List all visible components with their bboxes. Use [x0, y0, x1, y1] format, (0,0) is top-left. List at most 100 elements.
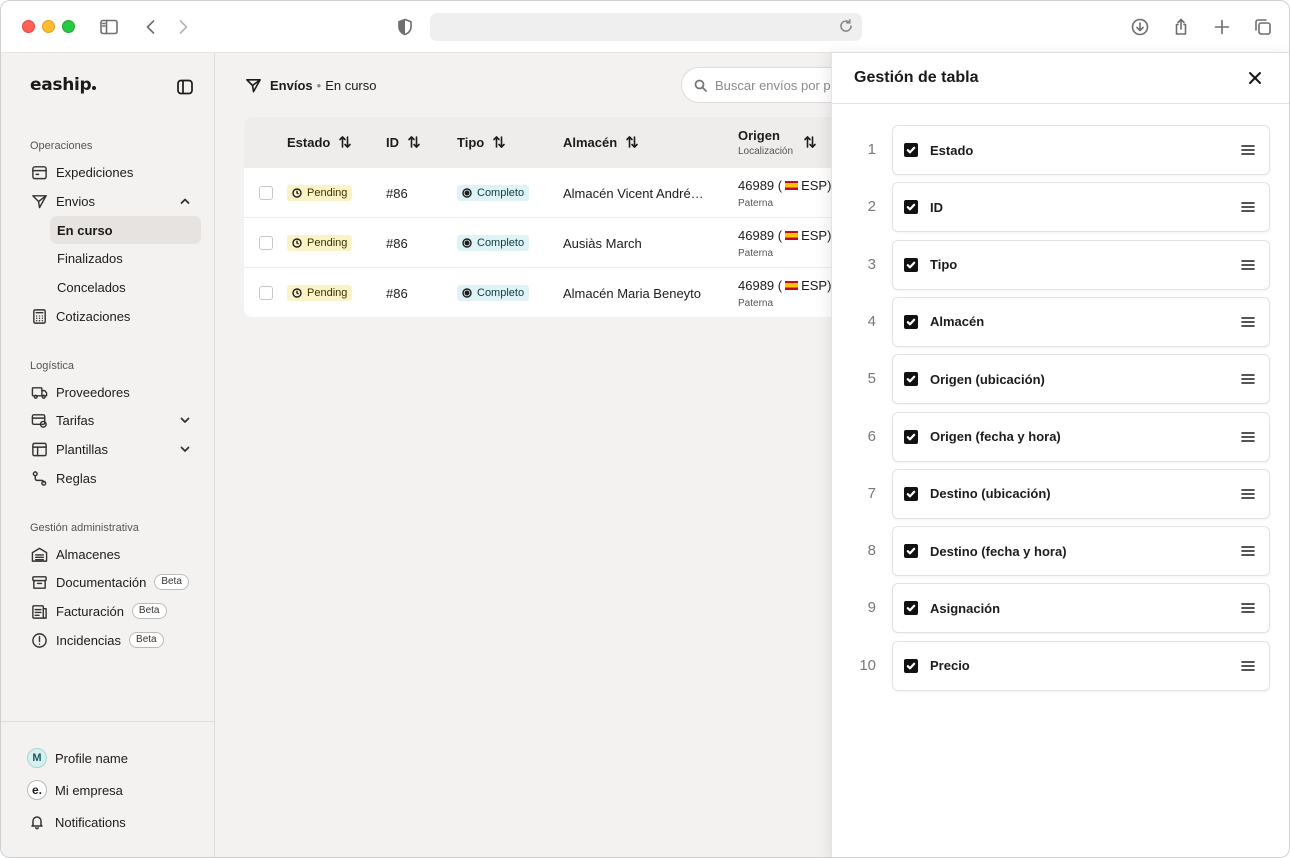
drag-handle-icon[interactable]: [1241, 431, 1255, 443]
sort-icon[interactable]: [492, 135, 506, 149]
sidebar-toggle-icon[interactable]: [97, 15, 121, 39]
clock-icon: [292, 288, 302, 298]
column-card[interactable]: Origen (fecha y hora): [892, 411, 1270, 462]
sidebar-item-documentacion[interactable]: Documentación Beta: [25, 568, 201, 596]
logo[interactable]: eaship: [30, 75, 97, 95]
table-row[interactable]: Pending #86 Completo Ausiàs March 46989 …: [244, 217, 864, 267]
sidebar-item-reglas[interactable]: Reglas: [25, 464, 201, 492]
column-card[interactable]: ID: [892, 182, 1270, 233]
sort-icon[interactable]: [338, 135, 352, 149]
company-menu[interactable]: e. Mi empresa: [25, 776, 201, 804]
sort-icon[interactable]: [625, 135, 639, 149]
back-icon[interactable]: [139, 15, 163, 39]
row-checkbox[interactable]: [259, 186, 273, 200]
download-icon[interactable]: [1128, 15, 1152, 39]
tab-overview-icon[interactable]: [1251, 15, 1275, 39]
column-header-origen[interactable]: Origen Localización: [738, 117, 817, 167]
column-setting-row[interactable]: 3 Tipo: [852, 239, 1272, 290]
profile-menu[interactable]: M Profile name: [25, 744, 201, 772]
column-setting-row[interactable]: 6 Origen (fecha y hora): [852, 411, 1272, 462]
column-card[interactable]: Almacén: [892, 296, 1270, 347]
chevron-up-icon[interactable]: [179, 195, 191, 207]
alert-icon: [30, 631, 48, 649]
collapse-sidebar-icon[interactable]: [176, 78, 194, 96]
drag-handle-icon[interactable]: [1241, 373, 1255, 385]
table-row[interactable]: Pending #86 Completo Almacén Maria Beney…: [244, 267, 864, 317]
column-card[interactable]: Tipo: [892, 239, 1270, 290]
close-icon[interactable]: [1247, 70, 1263, 86]
sort-icon[interactable]: [803, 135, 817, 149]
column-checkbox[interactable]: [904, 486, 918, 501]
column-header-id[interactable]: ID: [386, 117, 421, 167]
column-checkbox[interactable]: [904, 143, 918, 157]
chevron-down-icon[interactable]: [179, 414, 191, 426]
sidebar-item-concelados[interactable]: Concelados: [50, 273, 201, 301]
drag-handle-icon[interactable]: [1241, 602, 1255, 614]
drag-handle-icon[interactable]: [1241, 259, 1255, 271]
new-tab-icon[interactable]: [1210, 15, 1234, 39]
column-setting-row[interactable]: 2 ID: [852, 182, 1272, 233]
sidebar-item-en-curso[interactable]: En curso: [50, 216, 201, 244]
sidebar-item-envios[interactable]: Envios: [25, 187, 201, 215]
notifications-menu[interactable]: Notifications: [25, 808, 201, 836]
table-management-panel: Gestión de tabla 1 Estado 2 ID 3 Tipo 4 Almacén…: [831, 53, 1289, 857]
share-icon[interactable]: [1169, 15, 1193, 39]
drag-handle-icon[interactable]: [1241, 545, 1255, 557]
sidebar-item-almacenes[interactable]: Almacenes: [25, 540, 201, 568]
column-setting-row[interactable]: 9 Asignación: [852, 583, 1272, 634]
breadcrumb-section[interactable]: Envíos: [270, 78, 313, 93]
sidebar-item-facturacion[interactable]: Facturación Beta: [25, 597, 201, 625]
column-card[interactable]: Origen (ubicación): [892, 354, 1270, 405]
sidebar-item-plantillas[interactable]: Plantillas: [25, 435, 201, 463]
drag-handle-icon[interactable]: [1241, 144, 1255, 156]
column-checkbox[interactable]: [904, 429, 918, 444]
column-setting-row[interactable]: 10 Precio: [852, 640, 1272, 691]
sidebar-item-tarifas[interactable]: Tarifas: [25, 406, 201, 434]
sidebar-item-cotizaciones[interactable]: Cotizaciones: [25, 302, 201, 330]
drag-handle-icon[interactable]: [1241, 488, 1255, 500]
sidebar-item-finalizados[interactable]: Finalizados: [50, 244, 201, 272]
radio-dot-icon: [462, 238, 472, 248]
clock-icon: [292, 188, 302, 198]
column-setting-row[interactable]: 4 Almacén: [852, 296, 1272, 347]
close-window-button[interactable]: [22, 20, 35, 33]
reload-icon[interactable]: [838, 18, 856, 36]
column-card[interactable]: Estado: [892, 125, 1270, 175]
column-checkbox[interactable]: [904, 372, 918, 387]
column-setting-row[interactable]: 1 Estado: [852, 125, 1272, 175]
drag-handle-icon[interactable]: [1241, 316, 1255, 328]
shield-icon[interactable]: [393, 15, 417, 39]
column-checkbox[interactable]: [904, 314, 918, 329]
column-card[interactable]: Precio: [892, 640, 1270, 691]
column-card[interactable]: Asignación: [892, 583, 1270, 634]
sidebar-item-proveedores[interactable]: Proveedores: [25, 378, 201, 406]
maximize-window-button[interactable]: [62, 20, 75, 33]
column-checkbox[interactable]: [904, 601, 918, 616]
column-header-tipo[interactable]: Tipo: [457, 117, 506, 167]
column-checkbox[interactable]: [904, 200, 918, 215]
drag-handle-icon[interactable]: [1241, 201, 1255, 213]
minimize-window-button[interactable]: [42, 20, 55, 33]
sidebar-item-incidencias[interactable]: Incidencias Beta: [25, 626, 201, 654]
column-setting-row[interactable]: 8 Destino (fecha y hora): [852, 526, 1272, 577]
sort-icon[interactable]: [407, 135, 421, 149]
sidebar-item-expediciones[interactable]: Expediciones: [25, 158, 201, 186]
chevron-down-icon[interactable]: [179, 443, 191, 455]
table-row[interactable]: Pending #86 Completo Almacén Vicent Andr…: [244, 167, 864, 217]
column-checkbox[interactable]: [904, 658, 918, 673]
column-setting-row[interactable]: 7 Destino (ubicación): [852, 468, 1272, 519]
column-checkbox[interactable]: [904, 544, 918, 559]
drag-handle-icon[interactable]: [1241, 660, 1255, 672]
address-bar[interactable]: [430, 13, 862, 41]
column-setting-row[interactable]: 5 Origen (ubicación): [852, 354, 1272, 405]
column-card[interactable]: Destino (fecha y hora): [892, 526, 1270, 577]
beta-badge: Beta: [154, 574, 189, 590]
row-checkbox[interactable]: [259, 286, 273, 300]
row-checkbox[interactable]: [259, 236, 273, 250]
column-checkbox[interactable]: [904, 257, 918, 272]
column-card[interactable]: Destino (ubicación): [892, 468, 1270, 519]
column-header-estado[interactable]: Estado: [287, 117, 352, 167]
cell-origen: 46989 (ESP) Paterna: [738, 218, 831, 268]
column-header-almacen[interactable]: Almacén: [563, 117, 639, 167]
forward-icon[interactable]: [171, 15, 195, 39]
